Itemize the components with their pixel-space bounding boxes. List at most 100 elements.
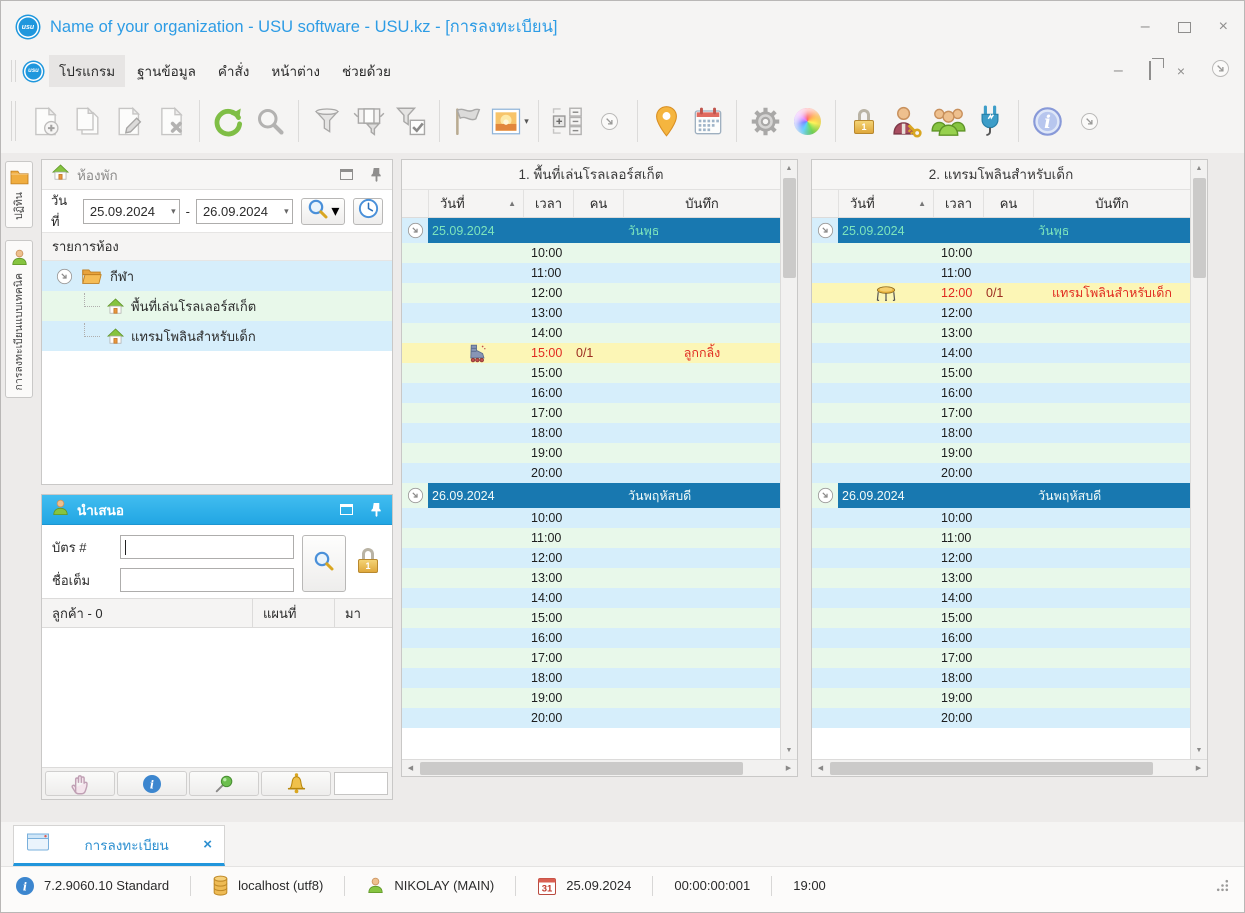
menu-item-3[interactable]: หน้าต่าง <box>261 55 330 87</box>
customers-column-header[interactable]: ลูกค้า - 0 <box>42 599 252 627</box>
time-slot-row[interactable]: 20:00 <box>812 463 1190 483</box>
time-slot-row[interactable]: 15:00 <box>812 363 1190 383</box>
time-slot-row[interactable]: 14:00 <box>402 588 780 608</box>
time-slot-row[interactable]: 10:00 <box>812 243 1190 263</box>
date-from-combo[interactable]: 25.09.2024 ▾ <box>82 198 180 224</box>
delete-record-button[interactable] <box>150 97 192 145</box>
scrollbar-thumb[interactable] <box>1192 178 1206 278</box>
note-column-header[interactable]: บันทึก <box>1034 190 1190 217</box>
overflow-chevron-button[interactable] <box>588 97 630 145</box>
date-group-header[interactable]: 26.09.2024 วันพฤหัสบดี <box>402 483 780 508</box>
group-collapse-icon[interactable] <box>817 487 834 504</box>
toolbar-grip[interactable] <box>11 101 16 141</box>
people-column-header[interactable]: คน <box>984 190 1034 217</box>
rooms-maximize-button[interactable] <box>340 169 353 180</box>
scroll-right-icon[interactable]: ▶ <box>1190 764 1207 772</box>
time-slot-row[interactable]: 11:00 <box>402 528 780 548</box>
time-slot-row[interactable]: 17:00 <box>402 403 780 423</box>
time-slot-row[interactable]: 10:00 <box>402 243 780 263</box>
new-record-button[interactable] <box>24 97 66 145</box>
filter-button[interactable] <box>306 97 348 145</box>
time-slot-row[interactable]: 18:00 <box>812 423 1190 443</box>
user-key-button[interactable] <box>885 97 927 145</box>
time-slot-row[interactable]: 12:00 <box>812 548 1190 568</box>
color-wheel-button[interactable] <box>786 97 828 145</box>
time-slot-row[interactable]: 16:00 <box>812 383 1190 403</box>
window-close-button[interactable]: × <box>1219 19 1228 35</box>
document-minimize-button[interactable]: – <box>1114 63 1123 79</box>
info-blue-button[interactable]: i <box>117 771 187 796</box>
tree-row-2[interactable]: แทรมโพลินสำหรับเด็ก <box>42 321 392 351</box>
horizontal-scrollbar[interactable]: ◀ ▶ <box>812 759 1207 776</box>
menu-item-1[interactable]: ฐานข้อมูล <box>127 55 206 87</box>
horizontal-scrollbar[interactable]: ◀ ▶ <box>402 759 797 776</box>
side-tab-0[interactable]: ปฏิทิน <box>5 161 33 228</box>
info-button[interactable]: i <box>1026 97 1068 145</box>
scrollbar-track[interactable] <box>781 278 797 742</box>
time-slot-row[interactable]: 13:00 <box>402 568 780 588</box>
time-slot-row[interactable]: 19:00 <box>812 443 1190 463</box>
overflow-chevron-button[interactable] <box>1068 97 1110 145</box>
document-restore-button[interactable] <box>1148 61 1151 80</box>
date-search-button[interactable]: ▾ <box>300 197 346 225</box>
menubar-overflow-chevron-icon[interactable] <box>1211 59 1230 83</box>
full-name-input[interactable] <box>120 568 294 592</box>
present-footer-input[interactable] <box>334 772 388 795</box>
scrollbar-track[interactable] <box>1191 278 1207 742</box>
time-slot-row[interactable]: 11:00 <box>812 528 1190 548</box>
filter-columns-button[interactable] <box>348 97 390 145</box>
menu-item-4[interactable]: ช่วยด้วย <box>332 55 401 87</box>
image-picker-button[interactable]: ▾ <box>489 97 531 145</box>
settings-gear-button[interactable] <box>744 97 786 145</box>
plan-column-header[interactable]: แผนที่ <box>252 599 334 627</box>
chevron-down-icon[interactable]: ▾ <box>282 206 289 217</box>
location-pin-button[interactable] <box>645 97 687 145</box>
time-slot-row[interactable]: 18:00 <box>402 423 780 443</box>
scroll-down-icon[interactable]: ▼ <box>1191 742 1207 759</box>
tree-row-0[interactable]: กีฬา <box>42 261 392 291</box>
users-group-button[interactable] <box>927 97 969 145</box>
time-slot-row[interactable]: 20:00 <box>812 708 1190 728</box>
group-collapse-icon[interactable] <box>407 222 424 239</box>
booked-slot-row[interactable]: 15:00 0/1 ลูกกลิ้ง <box>402 343 780 363</box>
time-slot-row[interactable]: 18:00 <box>402 668 780 688</box>
vertical-scrollbar[interactable]: ▲ ▼ <box>1190 160 1207 759</box>
expander-icon[interactable] <box>56 268 73 285</box>
flag-button[interactable] <box>447 97 489 145</box>
card-number-input[interactable] <box>120 535 294 559</box>
scroll-up-icon[interactable]: ▲ <box>781 160 797 177</box>
group-collapse-icon[interactable] <box>407 487 424 504</box>
time-column-header[interactable]: เวลา <box>934 190 984 217</box>
time-slot-row[interactable]: 14:00 <box>812 588 1190 608</box>
time-slot-row[interactable]: 12:00 <box>812 303 1190 323</box>
lock-button[interactable]: 1 <box>843 97 885 145</box>
chevron-down-icon[interactable]: ▾ <box>524 116 529 127</box>
time-slot-row[interactable]: 15:00 <box>402 363 780 383</box>
present-maximize-button[interactable] <box>340 504 353 515</box>
time-slot-row[interactable]: 20:00 <box>402 708 780 728</box>
time-slot-row[interactable]: 17:00 <box>812 648 1190 668</box>
customer-search-button[interactable] <box>302 535 346 592</box>
time-slot-row[interactable]: 19:00 <box>402 688 780 708</box>
time-slot-row[interactable]: 13:00 <box>402 303 780 323</box>
copy-record-button[interactable] <box>66 97 108 145</box>
note-column-header[interactable]: บันทึก <box>624 190 780 217</box>
time-slot-row[interactable]: 20:00 <box>402 463 780 483</box>
date-group-header[interactable]: 26.09.2024 วันพฤหัสบดี <box>812 483 1190 508</box>
time-slot-row[interactable]: 16:00 <box>402 628 780 648</box>
menu-item-2[interactable]: คำสั่ง <box>208 55 259 87</box>
time-slot-row[interactable]: 17:00 <box>402 648 780 668</box>
booked-slot-row[interactable]: 12:00 0/1 แทรมโพลินสำหรับเด็ก <box>812 283 1190 303</box>
time-slot-row[interactable]: 18:00 <box>812 668 1190 688</box>
date-column-header[interactable]: วันที่ ▲ <box>428 190 524 217</box>
time-slot-row[interactable]: 16:00 <box>402 383 780 403</box>
pushpin-button[interactable] <box>189 771 259 796</box>
time-slot-row[interactable]: 12:00 <box>402 283 780 303</box>
time-slot-row[interactable]: 12:00 <box>402 548 780 568</box>
scroll-right-icon[interactable]: ▶ <box>780 764 797 772</box>
scrollbar-thumb[interactable] <box>420 761 743 775</box>
refresh-button[interactable] <box>207 97 249 145</box>
menubar-grip[interactable] <box>11 60 16 82</box>
scroll-up-icon[interactable]: ▲ <box>1191 160 1207 177</box>
document-close-button[interactable]: × <box>1177 64 1185 78</box>
